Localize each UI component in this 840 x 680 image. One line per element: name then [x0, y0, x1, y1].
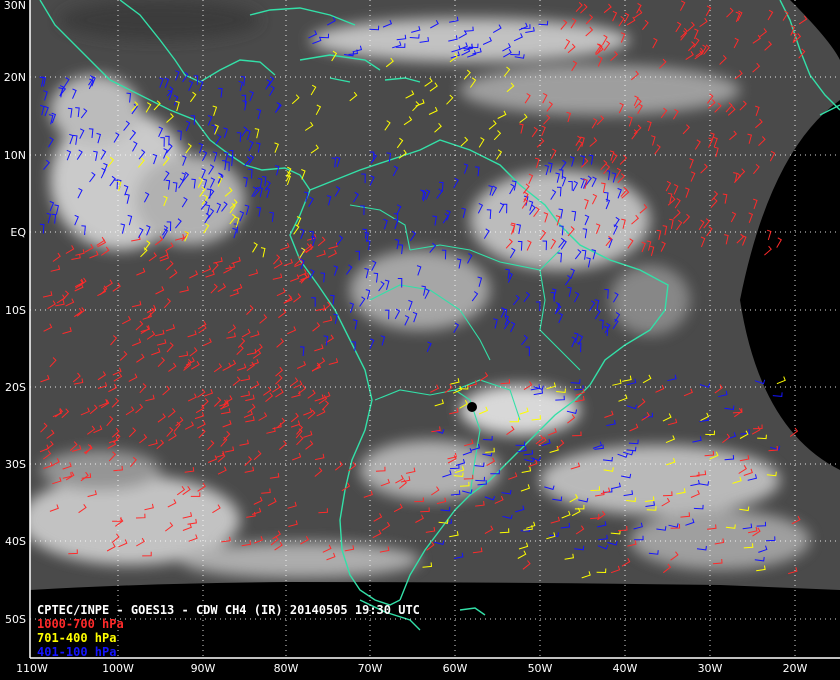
blob-marker: [467, 402, 477, 412]
lat-label: EQ: [10, 226, 26, 239]
lat-label: 50S: [5, 613, 26, 626]
lon-label: 80W: [274, 662, 299, 675]
latitude-labels: 30N 20N 10N EQ 10S 20S 30S 40S 50S: [4, 0, 27, 626]
lon-label: 20W: [783, 662, 808, 675]
lon-label: 90W: [191, 662, 216, 675]
lon-label: 100W: [102, 662, 134, 675]
legend-high-level: 401-100 hPa: [37, 645, 117, 659]
wind-barb: [776, 376, 786, 385]
lat-label: 30N: [4, 0, 26, 12]
map-title: CPTEC/INPE - GOES13 - CDW CH4 (IR) 20140…: [37, 603, 420, 617]
lon-label: 60W: [443, 662, 468, 675]
lon-label: 40W: [613, 662, 638, 675]
lon-label: 70W: [358, 662, 383, 675]
longitude-labels: 110W 100W 90W 80W 70W 60W 50W 40W 30W 20W: [16, 662, 807, 675]
wind-barb: [766, 229, 772, 241]
wind-barb: [772, 392, 783, 397]
lat-label: 20S: [5, 381, 26, 394]
lon-label: 110W: [16, 662, 48, 675]
lat-label: 10S: [5, 304, 26, 317]
wind-barb: [764, 245, 772, 256]
lon-label: 50W: [528, 662, 553, 675]
satellite-wind-map: 30N 20N 10N EQ 10S 20S 30S 40S 50S 110W 100W 90W 80…: [4, 0, 840, 675]
legend: CPTEC/INPE - GOES13 - CDW CH4 (IR) 20140…: [37, 603, 420, 659]
legend-mid-level: 701-400 hPa: [37, 631, 117, 645]
legend-low-level: 1000-700 hPa: [37, 617, 124, 631]
wind-barb: [776, 237, 782, 248]
lat-label: 30S: [5, 458, 26, 471]
lat-label: 10N: [4, 149, 26, 162]
lat-label: 40S: [5, 535, 26, 548]
lon-label: 30W: [698, 662, 723, 675]
lat-label: 20N: [4, 71, 26, 84]
